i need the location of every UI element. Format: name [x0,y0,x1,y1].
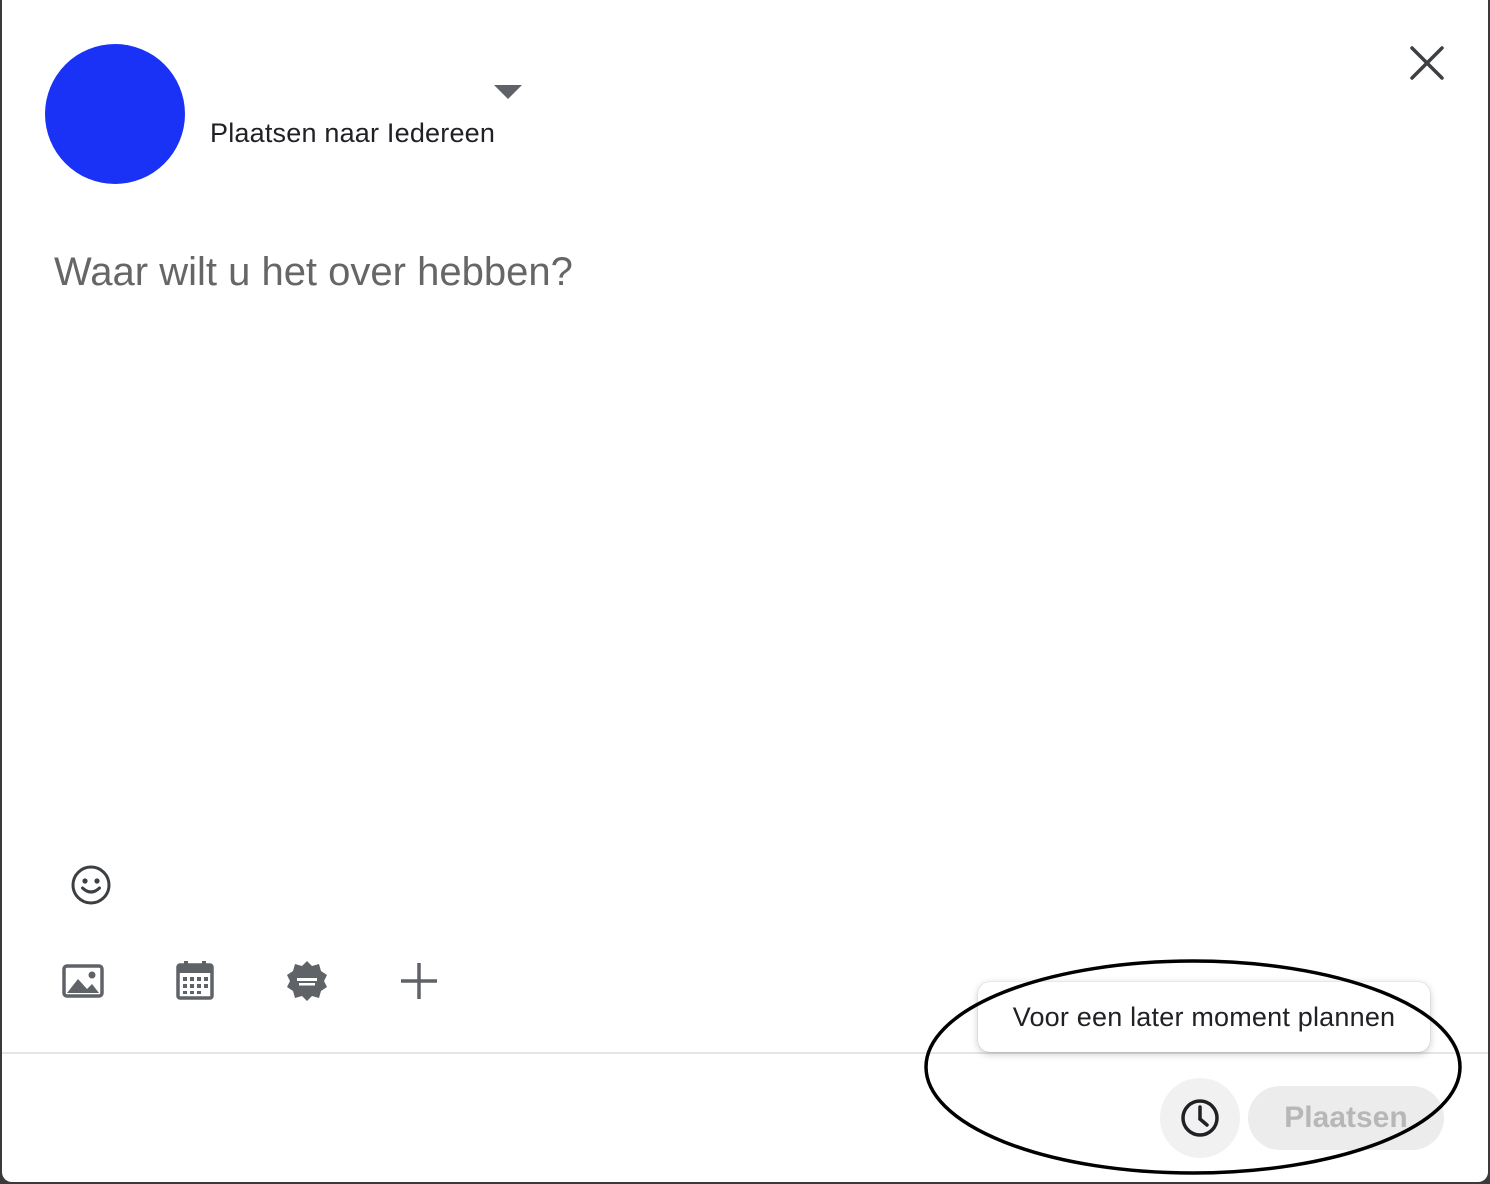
avatar [45,44,185,184]
dropdown-caret-icon[interactable] [493,84,523,100]
clock-icon [1181,1099,1219,1137]
calendar-icon[interactable] [172,958,218,1004]
plus-icon[interactable] [396,958,442,1004]
post-text-input[interactable] [54,250,1434,810]
offer-badge-icon[interactable] [284,958,330,1004]
footer-divider [2,1052,1488,1054]
audience-selector-label[interactable]: Plaatsen naar Iedereen [210,118,495,149]
create-post-dialog: Plaatsen naar Iedereen Waar wilt u het o… [2,0,1488,1182]
post-button[interactable]: Plaatsen [1248,1086,1444,1150]
image-icon[interactable] [60,958,106,1004]
schedule-tooltip: Voor een later moment plannen [978,982,1430,1052]
close-icon[interactable] [1402,40,1450,88]
smiley-icon[interactable] [68,862,114,908]
schedule-button[interactable] [1160,1078,1240,1158]
